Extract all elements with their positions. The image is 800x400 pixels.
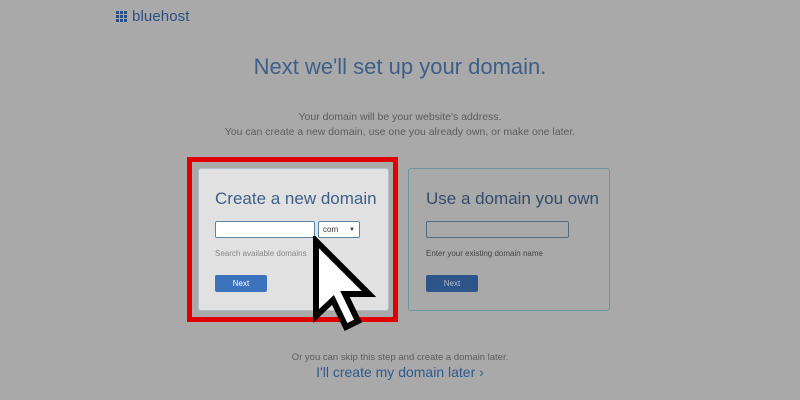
own-domain-next-button[interactable]: Next	[426, 275, 478, 292]
pointer-arrow-icon	[313, 236, 377, 332]
create-new-domain-title: Create a new domain	[215, 189, 377, 208]
own-domain-hint: Enter your existing domain name	[426, 249, 543, 258]
new-domain-hint: Search available domains	[215, 249, 307, 258]
use-own-domain-title: Use a domain you own	[426, 189, 599, 208]
subtitle-line-2: You can create a new domain, use one you…	[224, 126, 576, 138]
page-subtitle: Your domain will be your website's addre…	[0, 110, 800, 140]
bluehost-logo[interactable]: bluehost	[116, 8, 190, 25]
use-own-domain-card: Use a domain you own Enter your existing…	[408, 168, 610, 311]
new-domain-input[interactable]	[215, 221, 315, 238]
brand-name: bluehost	[132, 8, 190, 25]
tld-selected-value: com	[323, 225, 339, 234]
page-title: Next we'll set up your domain.	[253, 54, 547, 79]
skip-note: Or you can skip this step and create a d…	[291, 352, 509, 363]
grid-logo-icon	[116, 11, 127, 22]
new-domain-next-button[interactable]: Next	[215, 275, 267, 292]
own-domain-input[interactable]	[426, 221, 569, 238]
caret-down-icon: ▼	[349, 226, 355, 233]
chevron-right-icon: ›	[479, 364, 484, 380]
skip-domain-link-label[interactable]: I'll create my domain later	[316, 364, 475, 380]
subtitle-line-1: Your domain will be your website's addre…	[298, 111, 502, 123]
skip-domain-link[interactable]: I'll create my domain later ›	[0, 364, 800, 380]
